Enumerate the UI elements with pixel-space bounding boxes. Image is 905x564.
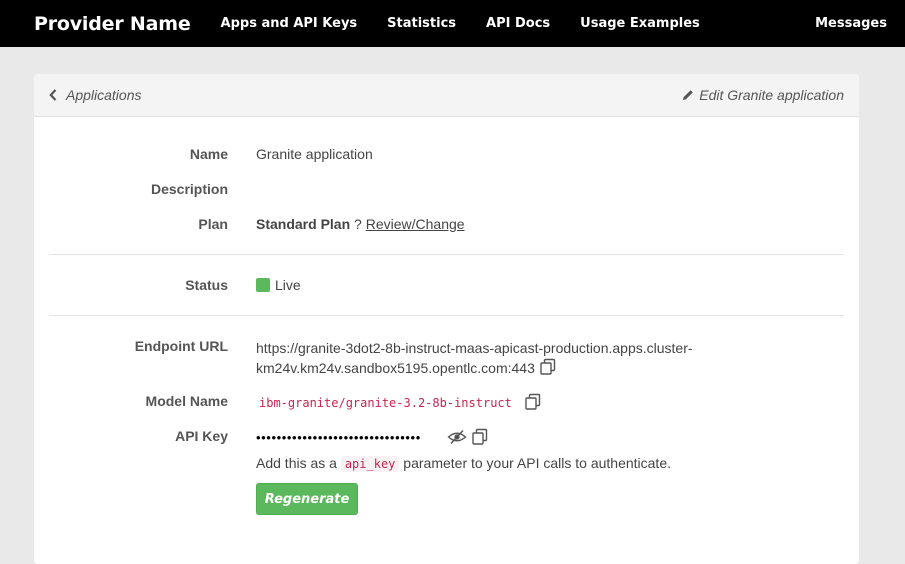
pencil-icon: [683, 90, 694, 100]
nav-messages[interactable]: Messages: [815, 0, 887, 47]
card-header: Applications Edit Granite application: [34, 74, 859, 117]
nav-statistics[interactable]: Statistics: [387, 16, 456, 31]
chevron-left-icon: [49, 89, 57, 101]
top-navbar: Provider Name Apps and API Keys Statisti…: [0, 0, 905, 47]
help-prefix: Add this as a: [256, 455, 337, 471]
nav-usage-examples[interactable]: Usage Examples: [580, 16, 700, 31]
endpoint-value: https://granite-3dot2-8b-instruct-maas-a…: [256, 338, 693, 381]
application-card: Applications Edit Granite application Na…: [34, 74, 859, 564]
model-value: ibm-granite/granite-3.2-8b-instruct: [259, 396, 512, 411]
model-label: Model Name: [145, 393, 228, 409]
status-indicator: [256, 278, 270, 292]
copy-apikey-icon[interactable]: [471, 428, 489, 449]
status-value-group: Live: [256, 277, 301, 293]
brand-name[interactable]: Provider Name: [34, 13, 191, 35]
name-label: Name: [189, 146, 228, 162]
divider: [49, 254, 844, 255]
plan-label: Plan: [198, 216, 228, 232]
review-change-link[interactable]: Review/Change: [366, 216, 465, 232]
name-value: Granite application: [256, 146, 373, 162]
edit-label: Edit Granite application: [699, 87, 844, 103]
nav-apps-and-api-keys[interactable]: Apps and API Keys: [221, 16, 358, 31]
back-to-applications-link[interactable]: Applications: [49, 87, 142, 103]
plan-value-group: Standard Plan ? Review/Change: [256, 216, 465, 232]
status-value: Live: [275, 277, 301, 293]
copy-endpoint-icon[interactable]: [539, 358, 557, 381]
plan-question: ?: [354, 216, 362, 232]
copy-model-icon[interactable]: [524, 393, 542, 414]
status-label: Status: [185, 277, 228, 293]
back-label: Applications: [66, 87, 142, 103]
apikey-value-group: ••••••••••••••••••••••••••••••••: [256, 428, 489, 449]
apikey-help-text: Add this as a api_key parameter to your …: [256, 455, 671, 472]
nav-api-docs[interactable]: API Docs: [486, 16, 550, 31]
endpoint-line-1: https://granite-3dot2-8b-instruct-maas-a…: [256, 340, 693, 356]
endpoint-label: Endpoint URL: [134, 338, 228, 354]
apikey-label: API Key: [175, 428, 228, 444]
edit-application-link[interactable]: Edit Granite application: [682, 87, 844, 103]
divider: [49, 315, 844, 316]
eye-slash-icon[interactable]: [447, 429, 467, 448]
apikey-masked: ••••••••••••••••••••••••••••••••: [256, 430, 421, 446]
endpoint-line-2: km24v.km24v.sandbox5195.opentlc.com:443: [256, 360, 535, 377]
plan-name: Standard Plan: [256, 216, 351, 232]
help-suffix: parameter to your API calls to authentic…: [403, 455, 671, 471]
model-value-group: ibm-granite/granite-3.2-8b-instruct: [256, 393, 542, 414]
help-code: api_key: [340, 456, 400, 472]
regenerate-button[interactable]: Regenerate: [256, 483, 358, 515]
description-label: Description: [150, 181, 228, 197]
